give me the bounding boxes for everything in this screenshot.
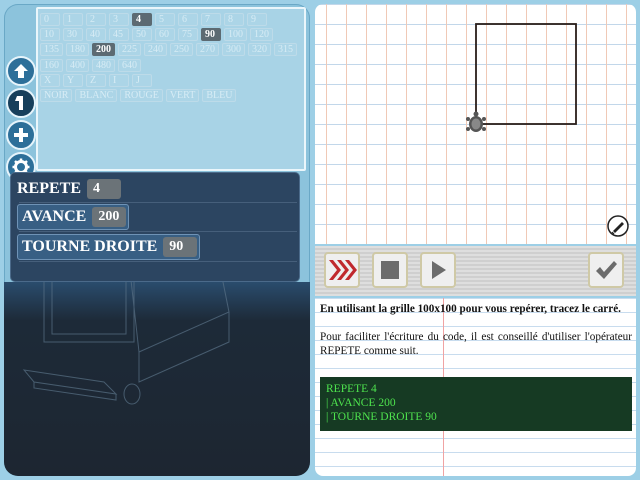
palette-row-colors: NOIR BLANC ROUGE VERT BLEU [40, 88, 302, 104]
palette-chip[interactable]: 50 [132, 28, 152, 42]
code-divider [19, 231, 297, 232]
palette-chip[interactable]: 315 [274, 43, 297, 57]
control-toolbar [315, 246, 636, 296]
turn-right-value[interactable]: 90 [163, 237, 198, 257]
palette-row-variables: X Y Z I J [40, 73, 302, 89]
task-text: En utilisant la grille 100x100 pour vous… [320, 303, 621, 315]
palette-chip[interactable]: J [132, 73, 152, 87]
step-icon [15, 96, 23, 110]
palette-chip[interactable]: 240 [144, 43, 167, 57]
palette-chip[interactable]: 640 [118, 58, 141, 72]
side-toolbar [6, 56, 36, 184]
palette-row-tens: 10 30 40 45 50 60 75 90 100 120 [40, 28, 302, 43]
code-example-line: REPETE 4 [326, 383, 377, 395]
stop-icon [381, 261, 399, 279]
palette-chip[interactable]: 5 [155, 13, 175, 26]
drawn-square [475, 23, 577, 125]
computer-illustration [22, 261, 230, 405]
palette-chip[interactable]: 225 [118, 43, 141, 57]
palette-chip[interactable]: 180 [66, 43, 89, 57]
palette-chip[interactable]: 9 [247, 13, 267, 26]
forward-value[interactable]: 200 [92, 207, 127, 227]
step-button[interactable] [6, 88, 36, 118]
palette-chip[interactable]: 45 [109, 28, 129, 42]
palette-chip[interactable]: 75 [178, 28, 198, 42]
instructions-panel: En utilisant la grille 100x100 pour vous… [315, 298, 636, 476]
palette-chip[interactable]: 400 [66, 58, 89, 72]
palette-chip[interactable]: 10 [40, 28, 60, 42]
repeat-command[interactable]: REPETE 4 [17, 177, 122, 201]
code-example-line: | TOURNE DROITE 90 [326, 411, 437, 423]
palette-chip[interactable]: 3 [109, 13, 129, 26]
palette-chip[interactable]: 120 [250, 28, 273, 42]
palette-row-hundreds: 135 180 200 225 240 250 270 300 320 315 [40, 43, 302, 58]
palette-row-large: 160 400 480 640 [40, 58, 302, 74]
up-arrow-icon [14, 64, 28, 78]
validate-button[interactable] [588, 252, 624, 288]
palette-chip[interactable]: BLANC [75, 88, 118, 102]
turtle-icon [466, 111, 486, 132]
palette-chip[interactable]: 480 [92, 58, 115, 72]
repeat-label: REPETE [17, 180, 82, 197]
palette-chip[interactable]: BLEU [202, 88, 237, 102]
palette-row-digits: 0 1 2 3 4 5 6 7 8 9 [40, 13, 302, 28]
turn-right-command[interactable]: TOURNE DROITE 90 [17, 234, 201, 260]
program-editor[interactable]: REPETE 4 AVANCE 200 TOURNE DROITE 90 [10, 172, 300, 282]
palette-chip-selected[interactable]: 200 [92, 43, 115, 57]
fast-forward-icon [329, 260, 357, 280]
drawing-layer [466, 23, 629, 237]
command-panel: 0 1 2 3 4 5 6 7 8 9 10 30 40 45 50 60 75… [4, 4, 310, 476]
palette-chip[interactable]: 2 [86, 13, 106, 26]
instructions-text: En utilisant la grille 100x100 pour vous… [320, 302, 632, 372]
palette-chip[interactable]: NOIR [40, 88, 73, 102]
play-button[interactable] [420, 252, 456, 288]
palette-chip[interactable]: X [40, 73, 60, 87]
palette-chip[interactable]: 7 [201, 13, 221, 26]
add-button[interactable] [6, 120, 36, 150]
code-divider [19, 261, 297, 262]
palette-chip[interactable]: 0 [40, 13, 60, 26]
palette-chip[interactable]: 6 [178, 13, 198, 26]
palette-chip[interactable]: Z [86, 73, 106, 87]
palette-chip[interactable]: 8 [224, 13, 244, 26]
palette-chip[interactable]: 60 [155, 28, 175, 42]
forward-block[interactable]: AVANCE 200 [17, 204, 130, 230]
palette-chip-selected[interactable]: 4 [132, 13, 152, 26]
code-example: REPETE 4 | AVANCE 200 | TOURNE DROITE 90 [320, 377, 632, 431]
palette-chip[interactable]: 30 [63, 28, 83, 42]
code-divider [19, 202, 297, 203]
plus-icon [14, 128, 28, 142]
palette-chip[interactable]: 40 [86, 28, 106, 42]
drawing-canvas[interactable] [315, 4, 636, 244]
forward-command[interactable]: AVANCE 200 [17, 204, 130, 230]
pen-tool-icon[interactable] [607, 215, 629, 237]
palette-chip[interactable]: 300 [222, 43, 245, 57]
palette-chip[interactable]: Y [63, 73, 83, 87]
value-palette: 0 1 2 3 4 5 6 7 8 9 10 30 40 45 50 60 75… [36, 7, 306, 171]
palette-chip-selected[interactable]: 90 [201, 28, 221, 42]
palette-chip[interactable]: 135 [40, 43, 63, 57]
code-example-line: | AVANCE 200 [326, 397, 396, 409]
hint-text: Pour faciliter l'écriture du code, il es… [320, 331, 632, 357]
palette-chip[interactable]: ROUGE [120, 88, 163, 102]
forward-label: AVANCE [22, 208, 87, 225]
palette-chip[interactable]: 320 [248, 43, 271, 57]
play-icon [432, 261, 446, 279]
decorative-background [4, 261, 310, 476]
palette-chip[interactable]: 270 [196, 43, 219, 57]
turn-right-label: TOURNE DROITE [22, 238, 158, 255]
turn-right-block[interactable]: TOURNE DROITE 90 [17, 234, 201, 260]
palette-chip[interactable]: 100 [224, 28, 247, 42]
palette-chip[interactable]: 160 [40, 58, 63, 72]
palette-chip[interactable]: 250 [170, 43, 193, 57]
up-arrow-button[interactable] [6, 56, 36, 86]
fast-forward-button[interactable] [324, 252, 360, 288]
palette-chip[interactable]: I [109, 73, 129, 87]
stop-button[interactable] [372, 252, 408, 288]
palette-chip[interactable]: VERT [165, 88, 200, 102]
palette-chip[interactable]: 1 [63, 13, 83, 26]
repeat-value[interactable]: 4 [87, 179, 122, 199]
check-icon [596, 261, 617, 279]
